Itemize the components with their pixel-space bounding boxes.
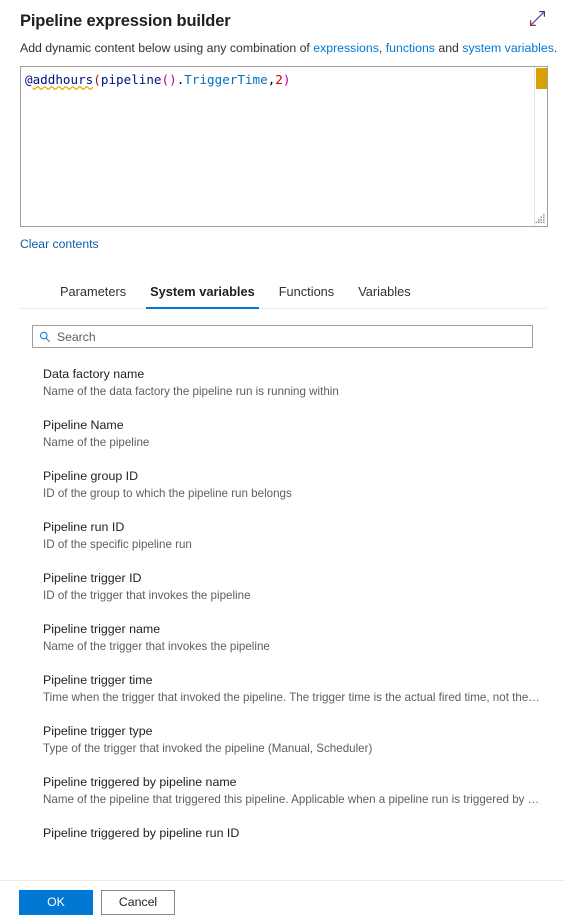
list-item[interactable]: Pipeline triggered by pipeline name Name…	[43, 774, 551, 808]
list-item[interactable]: Pipeline trigger time Time when the trig…	[43, 672, 551, 706]
expand-diagonal-glyph	[529, 10, 545, 26]
list-item[interactable]: Pipeline triggered by pipeline run ID Ru…	[43, 825, 551, 840]
list-item[interactable]: Pipeline run ID ID of the specific pipel…	[43, 519, 551, 553]
subtitle-separator-1: ,	[378, 41, 386, 55]
list-item[interactable]: Pipeline Name Name of the pipeline	[43, 417, 551, 451]
tab-variables[interactable]: Variables	[346, 284, 422, 308]
token-inner-function: pipeline	[100, 72, 162, 87]
dialog-footer: OK Cancel	[0, 880, 565, 923]
list-item-description: Name of the trigger that invokes the pip…	[43, 640, 270, 653]
resize-grip-icon[interactable]	[534, 213, 546, 225]
clear-contents-row: Clear contents	[0, 235, 565, 253]
link-expressions[interactable]: expressions	[313, 41, 379, 55]
list-item-description: ID of the specific pipeline run	[43, 538, 192, 551]
link-system-variables[interactable]: system variables	[462, 41, 554, 55]
list-item-title: Pipeline trigger type	[43, 724, 153, 738]
editor-error-marker[interactable]	[536, 68, 547, 89]
page-title: Pipeline expression builder	[20, 12, 231, 30]
list-item[interactable]: Data factory name Name of the data facto…	[43, 366, 551, 400]
subtitle-suffix: .	[553, 41, 558, 55]
list-item-description: ID of the group to which the pipeline ru…	[43, 487, 292, 500]
token-close-paren: )	[282, 72, 291, 87]
expand-diagonal-icon[interactable]	[523, 4, 551, 32]
tab-parameters[interactable]: Parameters	[48, 284, 138, 308]
search-input[interactable]	[57, 326, 526, 347]
list-item-description: Name of the pipeline that triggered this…	[43, 793, 543, 806]
expression-editor-content[interactable]: @addhours(pipeline().TriggerTime,2)	[21, 67, 547, 88]
link-functions[interactable]: functions	[386, 41, 435, 55]
list-item[interactable]: Pipeline trigger name Name of the trigge…	[43, 621, 551, 655]
tab-bar: Parameters System variables Functions Va…	[20, 277, 547, 309]
search-box[interactable]	[32, 325, 533, 348]
token-inner-parens: ()	[161, 72, 177, 87]
list-item-description: Name of the pipeline	[43, 436, 150, 449]
subtitle-prefix: Add dynamic content below using any comb…	[20, 41, 314, 55]
list-item-description: Type of the trigger that invoked the pip…	[43, 742, 373, 755]
list-item-description: Name of the data factory the pipeline ru…	[43, 385, 339, 398]
list-item-title: Pipeline trigger name	[43, 622, 161, 636]
tab-system-variables[interactable]: System variables	[138, 284, 267, 309]
cancel-button[interactable]: Cancel	[101, 889, 175, 915]
search-row	[0, 309, 565, 348]
list-item[interactable]: Pipeline trigger type Type of the trigge…	[43, 723, 551, 757]
list-item-description: Time when the trigger that invoked the p…	[43, 691, 543, 704]
list-item-title: Data factory name	[43, 367, 145, 381]
list-item-title: Pipeline Name	[43, 418, 124, 432]
expression-editor[interactable]: @addhours(pipeline().TriggerTime,2)	[20, 66, 548, 227]
list-item-title: Pipeline run ID	[43, 520, 125, 534]
panel-header: Pipeline expression builder	[0, 0, 565, 34]
list-item[interactable]: Pipeline trigger ID ID of the trigger th…	[43, 570, 551, 604]
tab-functions[interactable]: Functions	[267, 284, 346, 308]
ok-button[interactable]: OK	[19, 889, 93, 915]
subtitle-separator-2: and	[434, 41, 463, 55]
subtitle: Add dynamic content below using any comb…	[0, 40, 565, 57]
editor-overview-scrollbar[interactable]	[534, 67, 547, 226]
token-property: TriggerTime	[184, 72, 268, 87]
list-item[interactable]: Pipeline group ID ID of the group to whi…	[43, 468, 551, 502]
list-item-title: Pipeline group ID	[43, 469, 139, 483]
token-at: @	[25, 72, 33, 87]
list-item-title: Pipeline triggered by pipeline name	[43, 775, 237, 789]
token-number: 2	[275, 72, 283, 87]
token-open-paren: (	[93, 72, 101, 87]
list-item-description: ID of the trigger that invokes the pipel…	[43, 589, 251, 602]
list-item-title: Pipeline trigger ID	[43, 571, 142, 585]
token-function-name: addhours	[32, 72, 94, 87]
list-item-title: Pipeline triggered by pipeline run ID	[43, 826, 240, 840]
search-icon	[39, 331, 51, 343]
list-item-title: Pipeline trigger time	[43, 673, 153, 687]
clear-contents-link[interactable]: Clear contents	[20, 237, 99, 251]
system-variables-list: Data factory name Name of the data facto…	[0, 348, 565, 840]
